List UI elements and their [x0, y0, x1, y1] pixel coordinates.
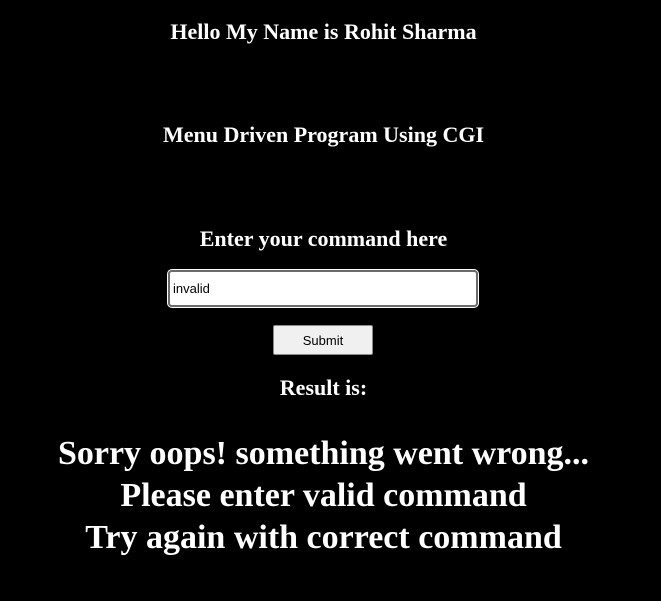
program-title: Menu Driven Program Using CGI [162, 122, 485, 147]
submit-button[interactable]: Submit [273, 325, 373, 355]
result-message: Sorry oops! something went wrong... Plea… [0, 433, 654, 559]
result-line-instruction: Please enter valid command [120, 477, 527, 514]
command-heading: Enter your command here [199, 226, 448, 251]
result-line-retry: Try again with correct command [85, 519, 562, 556]
result-heading: Result is: [279, 375, 368, 400]
result-line-error: Sorry oops! something went wrong... [57, 435, 590, 472]
greeting-heading: Hello My Name is Rohit Sharma [170, 19, 477, 44]
command-input[interactable] [167, 269, 479, 308]
